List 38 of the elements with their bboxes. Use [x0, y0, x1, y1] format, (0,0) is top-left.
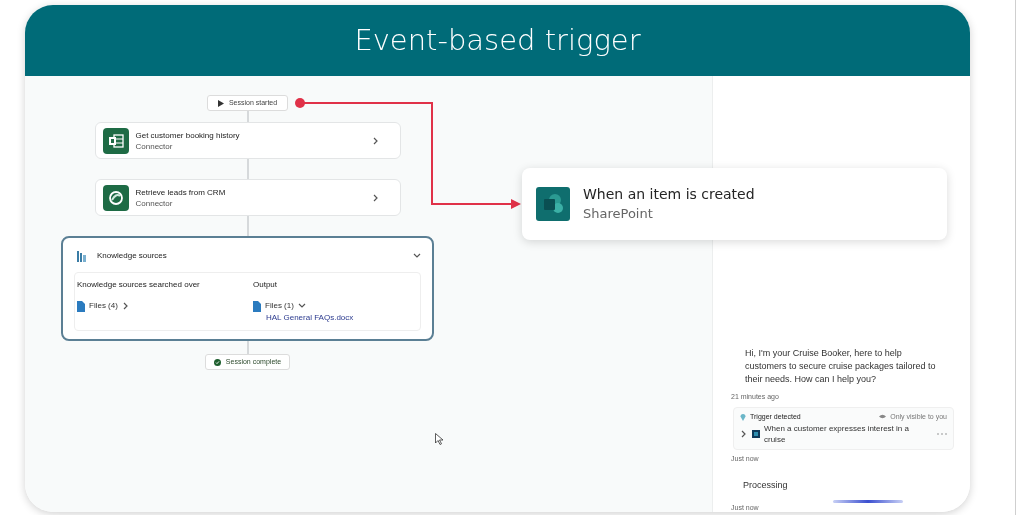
files-link[interactable]: Files (4) — [89, 300, 118, 312]
chevron-right-icon — [121, 302, 130, 310]
searched-label: Knowledge sources searched over — [77, 279, 201, 291]
connector-step-card[interactable]: Get customer booking history Connector — [94, 122, 401, 159]
connector-step-card[interactable]: Retrieve leads from CRM Connector — [94, 179, 401, 216]
pin-icon — [740, 412, 746, 421]
swirl-icon — [102, 184, 129, 211]
file-icon — [77, 300, 85, 312]
trigger-card-title: When an item is created — [583, 185, 755, 204]
step-title: Get customer booking history — [135, 129, 241, 141]
knowledge-title: Knowledge sources — [97, 250, 168, 262]
check-circle-icon — [213, 358, 221, 366]
eye-icon — [879, 414, 887, 420]
step-title: Retrieve leads from CRM — [135, 186, 227, 198]
chevron-right-icon — [371, 136, 380, 145]
spreadsheet-icon — [102, 127, 129, 154]
progress-glow — [833, 500, 903, 503]
books-icon — [77, 250, 87, 262]
trigger-card[interactable]: When an item is created SharePoint — [522, 168, 947, 240]
files-link[interactable]: Files (1) — [265, 300, 294, 312]
document-link[interactable]: HAL General FAQs.docx — [266, 312, 354, 324]
trigger-text: When a customer expresses interest in a cruise — [764, 423, 910, 445]
file-icon — [253, 300, 261, 312]
processing-status: Processing — [743, 478, 789, 492]
header-title: Event-based trigger — [354, 21, 641, 59]
sharepoint-logo-icon — [536, 187, 570, 221]
chevron-right-icon — [371, 193, 380, 202]
chevron-right-icon — [740, 430, 748, 438]
step-subtitle: Connector — [135, 140, 174, 152]
play-icon — [217, 99, 224, 107]
output-label: Output — [253, 279, 278, 291]
chevron-down-icon — [297, 302, 306, 310]
step-subtitle: Connector — [135, 197, 174, 209]
app-icon — [752, 430, 760, 438]
mouse-cursor-icon — [435, 433, 444, 445]
trigger-card-subtitle: SharePoint — [583, 205, 654, 223]
chevron-down-icon[interactable] — [413, 252, 421, 260]
greeting-message: Hi, I'm your Cruise Booker, here to help customers to secure cruise packages tailored to their needs. How can I help you? — [744, 347, 937, 386]
